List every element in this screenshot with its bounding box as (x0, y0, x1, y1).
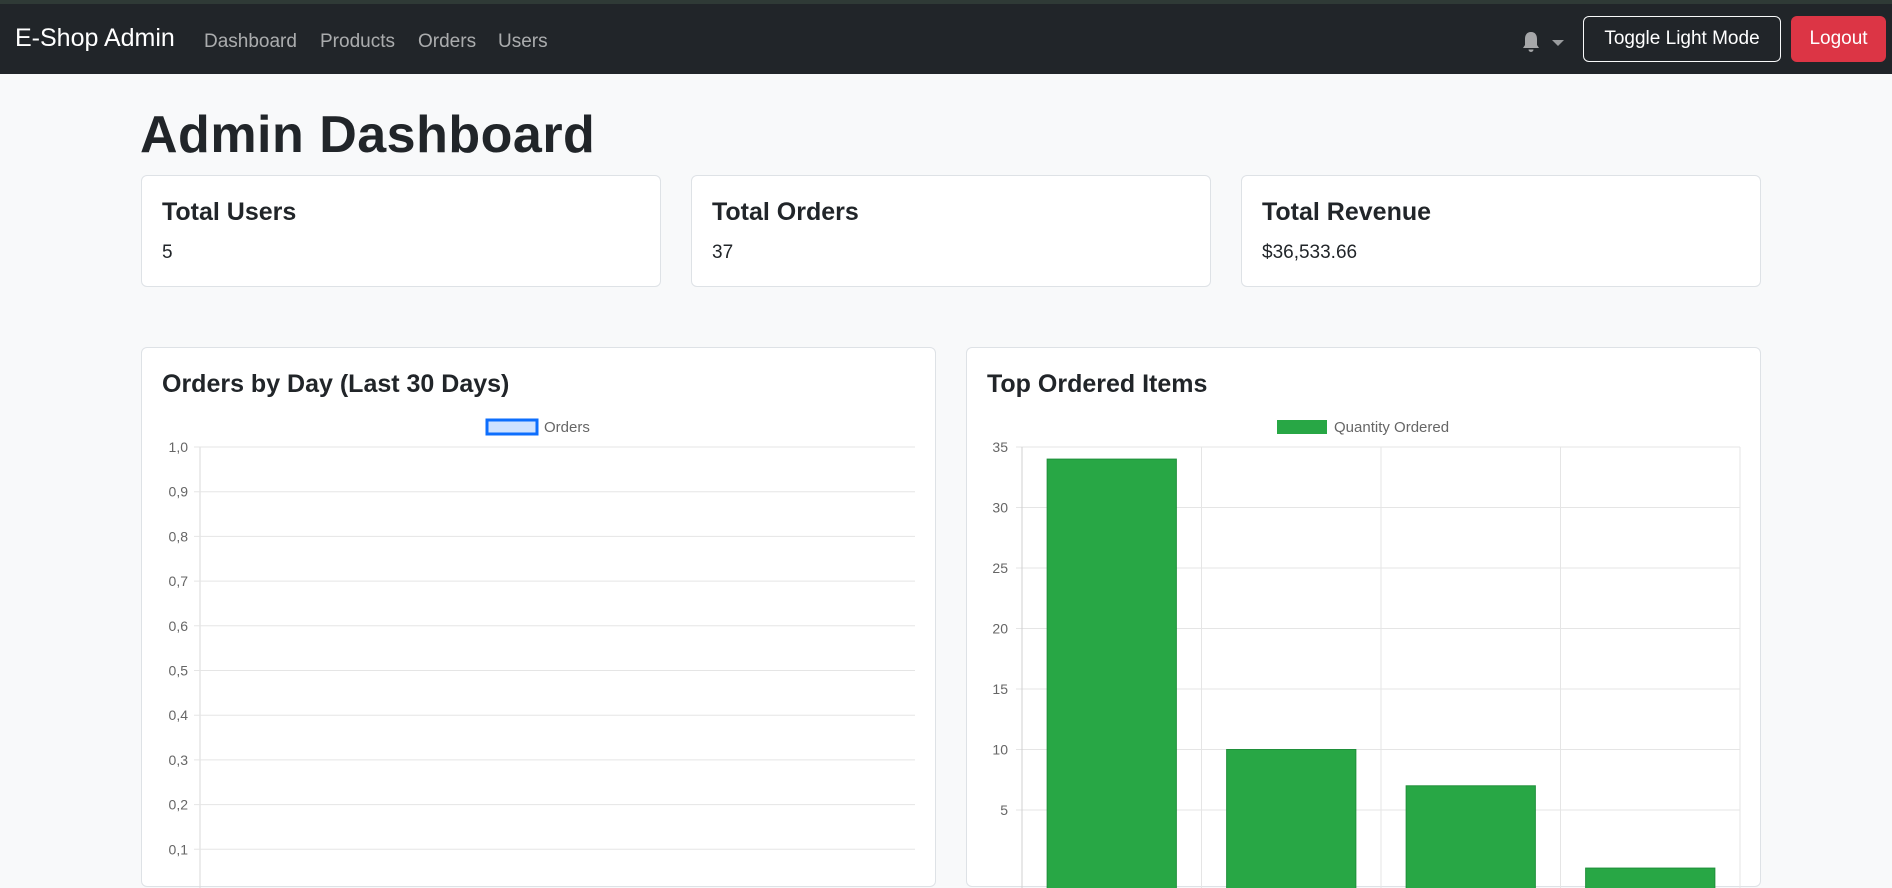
stat-value: 37 (712, 242, 733, 264)
y-tick-label: 0,4 (169, 707, 189, 723)
items-legend: Quantity Ordered (1277, 419, 1449, 436)
top-navbar: E-Shop Admin Dashboard Products Orders U… (0, 4, 1892, 74)
total-users-card: Total Users 5 (141, 175, 661, 287)
stat-title: Total Users (162, 198, 296, 227)
bar (1227, 750, 1356, 888)
legend-swatch (1277, 420, 1327, 434)
orders-legend: Orders (487, 419, 590, 436)
legend-swatch (487, 420, 537, 434)
nav-link-dashboard[interactable]: Dashboard (204, 31, 297, 53)
orders-by-day-card: Orders by Day (Last 30 Days) Orders1,00,… (141, 347, 936, 887)
bar (1586, 868, 1715, 888)
nav-link-users[interactable]: Users (498, 31, 548, 53)
y-tick-label: 20 (992, 621, 1008, 637)
y-tick-label: 0,9 (169, 484, 189, 500)
y-tick-label: 0,2 (169, 797, 189, 813)
legend-label: Orders (544, 419, 590, 436)
nav-link-products[interactable]: Products (320, 31, 395, 53)
total-revenue-card: Total Revenue $36,533.66 (1241, 175, 1761, 287)
y-tick-label: 0,5 (169, 663, 189, 679)
y-tick-label: 30 (992, 500, 1008, 516)
orders-line-chart: Orders 1,0 0,9 0,8 0,7 0,6 0,5 0,4 0,3 0,2 0,1 (142, 348, 937, 888)
top-items-bar-chart: Quantity Ordered 35 30 25 20 15 10 5 (967, 348, 1762, 888)
toggle-light-mode-button[interactable]: Toggle Light Mode (1583, 16, 1781, 62)
top-ordered-items-card: Top Ordered Items Quantity Ordered353025… (966, 347, 1761, 887)
nav-link-orders[interactable]: Orders (418, 31, 476, 53)
notifications-dropdown[interactable] (1520, 30, 1566, 54)
stat-value: $36,533.66 (1262, 242, 1357, 264)
bar (1047, 459, 1176, 888)
legend-label: Quantity Ordered (1334, 419, 1449, 436)
page-title: Admin Dashboard (140, 105, 595, 165)
brand-link[interactable]: E-Shop Admin (15, 24, 175, 53)
y-tick-label: 0,6 (169, 618, 189, 634)
bar (1406, 786, 1535, 888)
y-tick-label: 0,8 (169, 528, 189, 544)
stat-title: Total Revenue (1262, 198, 1431, 227)
stat-title: Total Orders (712, 198, 859, 227)
y-tick-label: 15 (992, 681, 1008, 697)
y-tick-label: 25 (992, 560, 1008, 576)
y-tick-label: 5 (1000, 802, 1008, 818)
y-tick-label: 0,3 (169, 752, 189, 768)
bell-icon (1520, 30, 1542, 54)
y-tick-label: 35 (992, 439, 1008, 455)
chevron-down-icon (1552, 40, 1564, 46)
y-tick-label: 1,0 (169, 439, 189, 455)
y-tick-label: 0,1 (169, 841, 189, 857)
y-tick-label: 0,7 (169, 573, 189, 589)
y-tick-label: 10 (992, 742, 1008, 758)
logout-button[interactable]: Logout (1791, 16, 1886, 62)
total-orders-card: Total Orders 37 (691, 175, 1211, 287)
stat-value: 5 (162, 242, 173, 264)
